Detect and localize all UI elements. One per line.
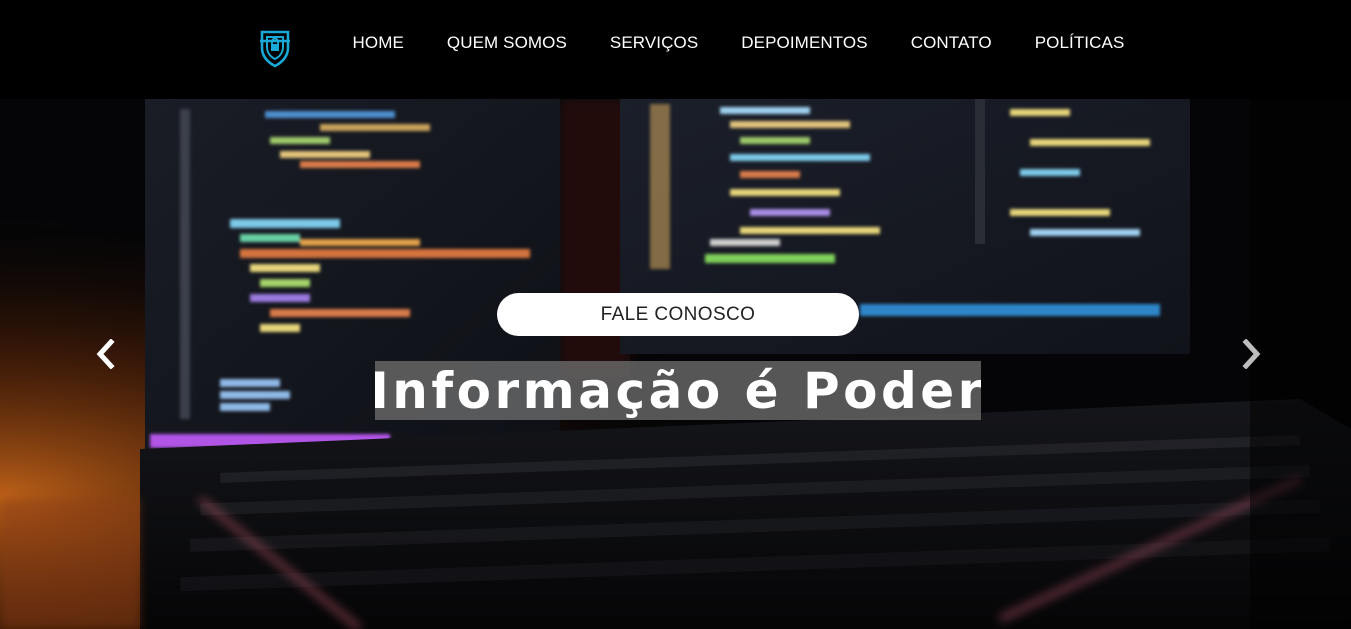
nav-servicos[interactable]: SERVIÇOS bbox=[588, 33, 719, 53]
nav-depoimentos[interactable]: DEPOIMENTOS bbox=[720, 33, 889, 53]
nav-politicas[interactable]: POLÍTICAS bbox=[1013, 33, 1146, 53]
nav-quem-somos[interactable]: QUEM SOMOS bbox=[425, 33, 588, 53]
nav-home[interactable]: HOME bbox=[331, 33, 425, 53]
chevron-left-icon bbox=[96, 339, 115, 369]
hero-headline: Informação é Poder bbox=[375, 361, 981, 420]
hero-carousel: FALE CONOSCO Informação é Poder bbox=[0, 99, 1351, 629]
carousel-prev-button[interactable] bbox=[90, 339, 120, 369]
chevron-right-icon bbox=[1242, 339, 1261, 369]
main-nav: HOME QUEM SOMOS SERVIÇOS DEPOIMENTOS CON… bbox=[331, 0, 1146, 86]
shield-lock-icon bbox=[260, 30, 290, 68]
carousel-next-button[interactable] bbox=[1237, 339, 1267, 369]
navbar: HOME QUEM SOMOS SERVIÇOS DEPOIMENTOS CON… bbox=[0, 0, 1351, 99]
logo[interactable] bbox=[258, 28, 292, 68]
fale-conosco-button[interactable]: FALE CONOSCO bbox=[497, 293, 859, 336]
nav-contato[interactable]: CONTATO bbox=[889, 33, 1013, 53]
